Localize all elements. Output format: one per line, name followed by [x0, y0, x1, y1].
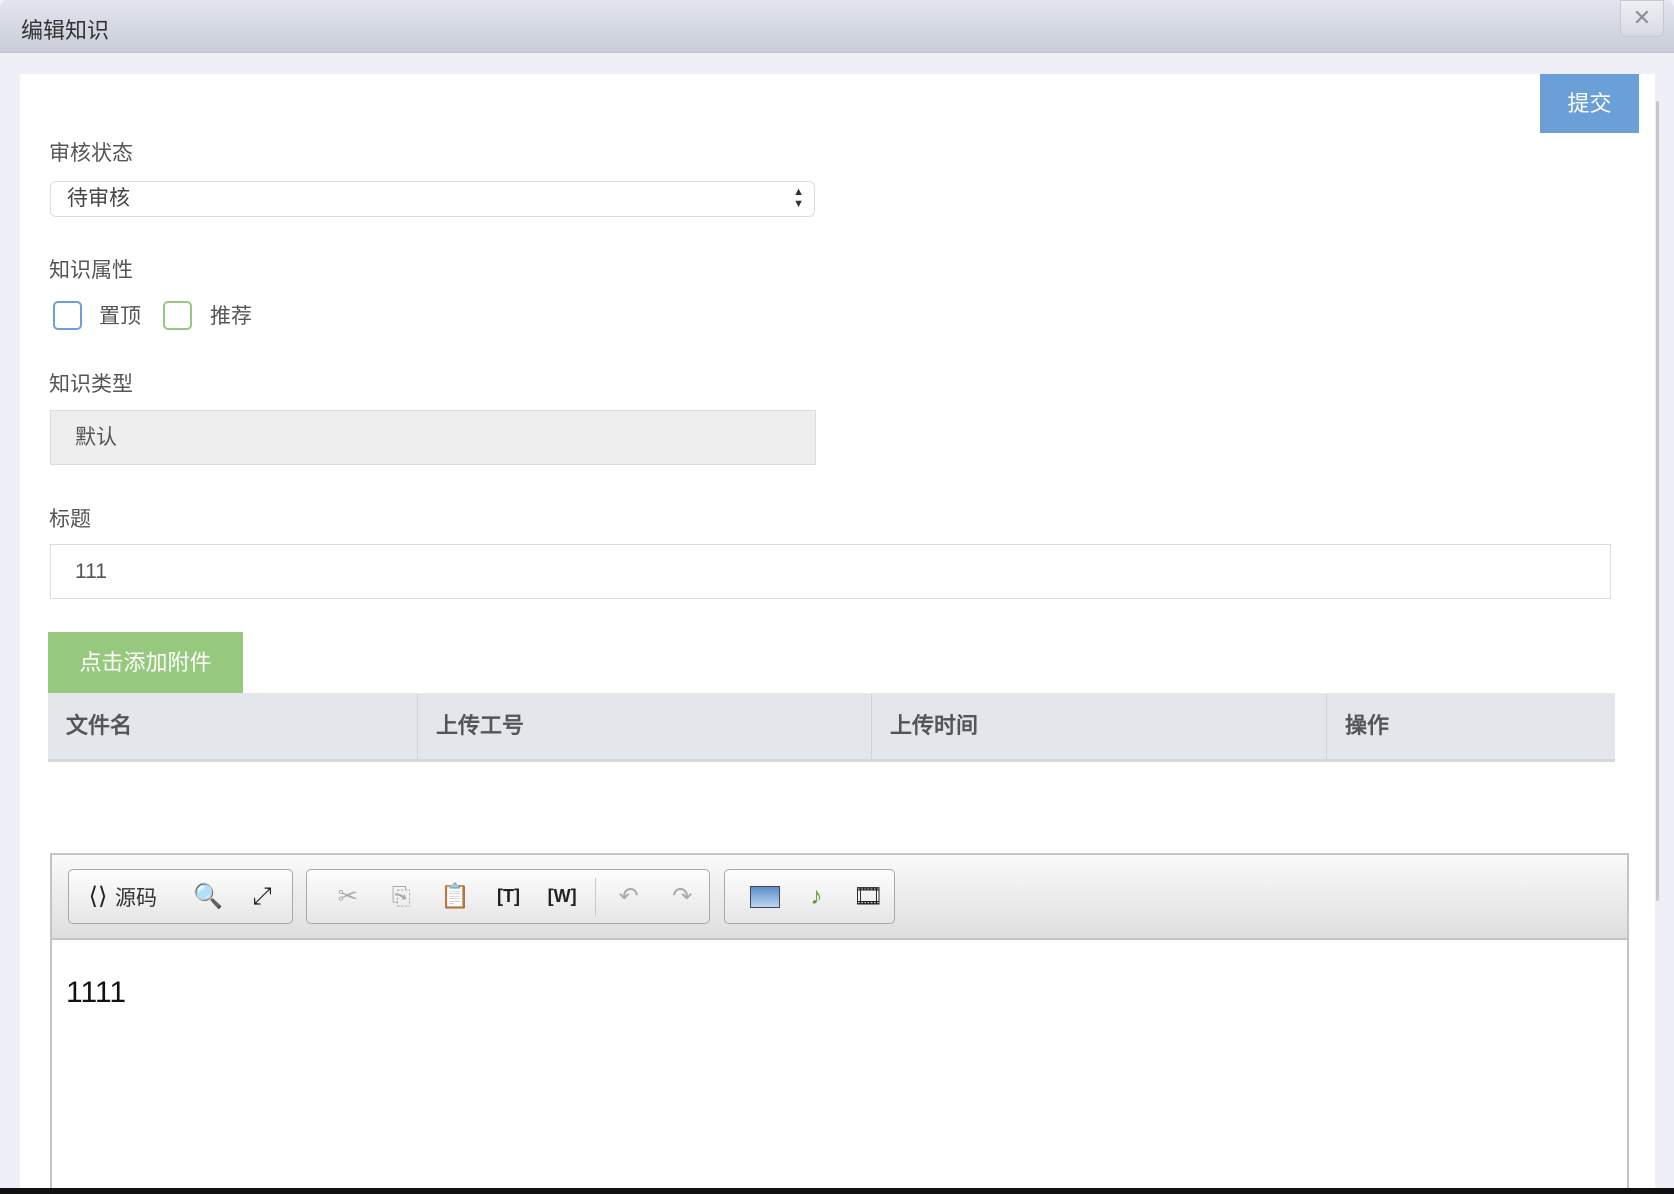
recommend-label: 推荐: [210, 305, 252, 328]
pin-checkbox[interactable]: [53, 301, 82, 330]
toolbar-group-media: ♪ 🎞: [724, 869, 895, 924]
cut-icon[interactable]: ✂: [321, 877, 375, 917]
submit-button[interactable]: 提交: [1540, 74, 1639, 133]
select-arrows-icon: ▲ ▼: [793, 186, 804, 210]
paste-word-icon[interactable]: [W]: [535, 877, 589, 917]
rich-text-editor: ⟨⟩ 源码 🔍 ⤢ ✂ ⎘ 📋 [T] [W] ↶ ↷ ♪ 🎞 1111: [50, 853, 1629, 1194]
dialog-header: 编辑知识 ✕: [0, 0, 1674, 53]
attachment-table-header: 文件名 上传工号 上传时间 操作: [48, 693, 1615, 762]
title-input[interactable]: 111: [50, 544, 1611, 599]
col-uploader-id: 上传工号: [418, 693, 872, 759]
title-label: 标题: [49, 508, 91, 531]
review-status-label: 审核状态: [49, 142, 133, 165]
paste-icon[interactable]: 📋: [428, 877, 482, 917]
toolbar-group-clipboard: ✂ ⎘ 📋 [T] [W] ↶ ↷: [306, 869, 710, 924]
toolbar-separator: [594, 877, 596, 916]
type-label: 知识类型: [49, 373, 133, 396]
undo-icon[interactable]: ↶: [602, 877, 656, 917]
add-attachment-button[interactable]: 点击添加附件: [48, 632, 243, 693]
recommend-checkbox[interactable]: [163, 301, 192, 330]
maximize-icon[interactable]: ⤢: [235, 877, 289, 917]
pin-label: 置顶: [99, 305, 141, 328]
redo-icon[interactable]: ↷: [655, 877, 709, 917]
image-icon[interactable]: [739, 877, 791, 917]
type-field: 默认: [50, 410, 816, 465]
scrollbar[interactable]: [1656, 101, 1659, 901]
audio-icon[interactable]: ♪: [791, 877, 843, 917]
editor-content[interactable]: 1111: [52, 940, 1627, 1046]
close-icon[interactable]: ✕: [1620, 0, 1664, 37]
preview-icon[interactable]: 🔍: [181, 877, 235, 917]
dialog-title: 编辑知识: [21, 18, 110, 43]
review-status-value: 待审核: [67, 187, 130, 210]
video-icon[interactable]: 🎞: [842, 877, 894, 917]
col-filename: 文件名: [48, 693, 418, 759]
review-status-select[interactable]: 待审核 ▲ ▼: [50, 181, 815, 217]
bottom-edge: [0, 1188, 1674, 1194]
paste-text-icon[interactable]: [T]: [482, 877, 536, 917]
toolbar-group-document: ⟨⟩ 源码 🔍 ⤢: [68, 869, 293, 924]
source-icon[interactable]: ⟨⟩: [81, 877, 115, 917]
copy-icon[interactable]: ⎘: [375, 877, 429, 917]
col-upload-time: 上传时间: [872, 693, 1327, 759]
col-actions: 操作: [1345, 713, 1390, 738]
editor-toolbar: ⟨⟩ 源码 🔍 ⤢ ✂ ⎘ 📋 [T] [W] ↶ ↷ ♪ 🎞: [52, 855, 1627, 940]
source-button-label[interactable]: 源码: [115, 882, 157, 912]
attributes-label: 知识属性: [49, 259, 133, 282]
